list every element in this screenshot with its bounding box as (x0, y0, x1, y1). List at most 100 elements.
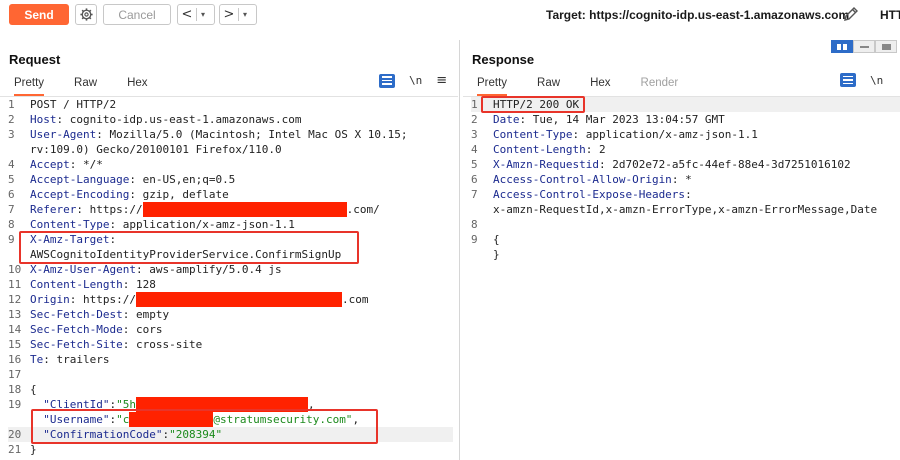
response-tab-hex[interactable]: Hex (590, 74, 610, 96)
line-content: Host: cognito-idp.us-east-1.amazonaws.co… (30, 112, 302, 127)
code-line: 12 Origin: https:// .com (8, 292, 453, 307)
code-line: 6 Accept-Encoding: gzip, deflate (8, 187, 453, 202)
line-number: 3 (8, 128, 15, 141)
header-value: cross-site (135, 338, 203, 351)
request-view-icons: \n ≡ (379, 73, 447, 88)
request-tab-hex[interactable]: Hex (127, 74, 147, 96)
line-number: 8 (8, 218, 15, 231)
forward-arrow-icon[interactable]: > (220, 7, 238, 22)
response-tab-raw[interactable]: Raw (537, 74, 560, 96)
line-number: 11 (8, 278, 22, 291)
cancel-button[interactable]: Cancel (103, 4, 171, 25)
line-content: Sec-Fetch-Mode: cors (30, 322, 162, 337)
line-number: 7 (8, 203, 15, 216)
header-separator: : (43, 353, 57, 366)
header-value: https:// (89, 203, 143, 216)
header-separator: : (96, 128, 110, 141)
header-value: * (685, 173, 692, 186)
header-value: empty (135, 308, 170, 321)
newline-toggle-icon[interactable]: \n (870, 74, 883, 87)
line-content: Content-Length: 2 (493, 142, 606, 157)
layout-toggle (831, 40, 897, 53)
code-line: x-amzn-RequestId,x-amzn-ErrorType,x-amzn… (471, 202, 900, 217)
line-text: x-amzn-RequestId,x-amzn-ErrorType,x-amzn… (493, 203, 878, 216)
header-separator: : (129, 188, 143, 201)
panel-splitter[interactable] (459, 40, 460, 460)
line-number: 16 (8, 353, 22, 366)
request-tab-pretty[interactable]: Pretty (14, 74, 45, 96)
header-name: Te (30, 353, 44, 366)
layout-stacked-icon[interactable] (853, 40, 875, 53)
response-title: Response (472, 52, 535, 67)
header-name: X-Amzn-Requestid (493, 158, 599, 171)
header-name: Date (493, 113, 520, 126)
menu-icon[interactable]: ≡ (436, 73, 447, 88)
header-value: en-US,en;q=0.5 (142, 173, 236, 186)
code-line: 3 User-Agent: Mozilla/5.0 (Macintosh; Int… (8, 127, 453, 142)
request-title: Request (9, 52, 61, 67)
back-nav-group: < ▾ (177, 4, 215, 25)
header-name: X-Amz-User-Agent (30, 263, 136, 276)
line-number: 7 (471, 188, 478, 201)
header-separator: : (122, 338, 136, 351)
edit-target-icon[interactable] (842, 5, 860, 23)
response-tab-pretty[interactable]: Pretty (477, 74, 508, 96)
line-number: 10 (8, 263, 22, 276)
pretty-format-icon[interactable] (840, 73, 856, 87)
line-content: x-amzn-RequestId,x-amzn-ErrorType,x-amzn… (493, 202, 877, 217)
line-text: POST / HTTP/2 (30, 98, 117, 111)
code-line: 11 Content-Length: 128 (8, 277, 453, 292)
header-separator: : (122, 308, 136, 321)
header-value: */* (83, 158, 103, 171)
line-content: Content-Type: application/x-amz-json-1.1 (493, 127, 758, 142)
header-name: Content-Length (493, 143, 586, 156)
layout-tabs-icon[interactable] (875, 40, 897, 53)
forward-dropdown-icon[interactable]: ▾ (239, 10, 251, 19)
header-name: Sec-Fetch-Mode (30, 323, 123, 336)
header-separator: : (519, 113, 533, 126)
code-line: 9{ (471, 232, 900, 247)
code-line: } (471, 247, 900, 262)
back-arrow-icon[interactable]: < (178, 7, 196, 22)
code-line: 7 Access-Control-Expose-Headers: (471, 187, 900, 202)
header-name: Host (30, 113, 57, 126)
header-value: application/x-amz-json-1.1 (585, 128, 758, 141)
request-tab-raw[interactable]: Raw (74, 74, 97, 96)
forward-nav-group: > ▾ (219, 4, 257, 25)
line-content: X-Amzn-Requestid: 2d702e72-a5fc-44ef-88e… (493, 157, 851, 172)
response-view-icons: \n (840, 73, 883, 87)
line-content: { (493, 232, 500, 247)
header-value: Mozilla/5.0 (Macintosh; Intel Mac OS X 1… (109, 128, 408, 141)
line-number: 21 (8, 443, 22, 456)
header-separator: : (129, 173, 143, 186)
header-name: Content-Type (493, 128, 573, 141)
request-editor[interactable]: 1 POST / HTTP/2 2 Host: cognito-idp.us-east… (8, 97, 453, 457)
send-button[interactable]: Send (9, 4, 69, 25)
header-value: Tue, 14 Mar 2023 13:04:57 GMT (532, 113, 725, 126)
line-content: } (493, 247, 500, 262)
line-content: rv:109.0) Gecko/20100101 Firefox/110.0 (30, 142, 282, 157)
line-number: 6 (471, 173, 478, 186)
header-name: Sec-Fetch-Dest (30, 308, 123, 321)
pretty-format-icon[interactable] (379, 73, 395, 88)
highlight-status-line (481, 96, 585, 113)
header-name: Content-Type (30, 218, 110, 231)
code-line: 13 Sec-Fetch-Dest: empty (8, 307, 453, 322)
redaction-block (142, 202, 347, 217)
header-value: 2 (598, 143, 606, 156)
newline-toggle-icon[interactable]: \n (409, 74, 422, 87)
line-number: 20 (8, 428, 22, 441)
code-line: 5 X-Amzn-Requestid: 2d702e72-a5fc-44ef-88… (471, 157, 900, 172)
response-editor[interactable]: 1 HTTP/2 200 OK 2 Date: Tue, 14 Mar 2023 13… (471, 97, 900, 262)
line-content: Accept: */* (30, 157, 103, 172)
code-line: 10 X-Amz-User-Agent: aws-amplify/5.0.4 js (8, 262, 453, 277)
settings-button[interactable] (75, 4, 97, 25)
response-tab-render[interactable]: Render (641, 74, 679, 96)
layout-side-by-side-icon[interactable] (831, 40, 853, 53)
response-tabs: Pretty Raw Hex Render (477, 74, 708, 96)
back-dropdown-icon[interactable]: ▾ (197, 10, 209, 19)
line-content: Referer: https:// .com/ (30, 202, 380, 217)
code-line: 3 Content-Type: application/x-amz-json-1.… (471, 127, 900, 142)
line-number: 5 (8, 173, 15, 186)
header-name: Access-Control-Expose-Headers (493, 188, 686, 201)
